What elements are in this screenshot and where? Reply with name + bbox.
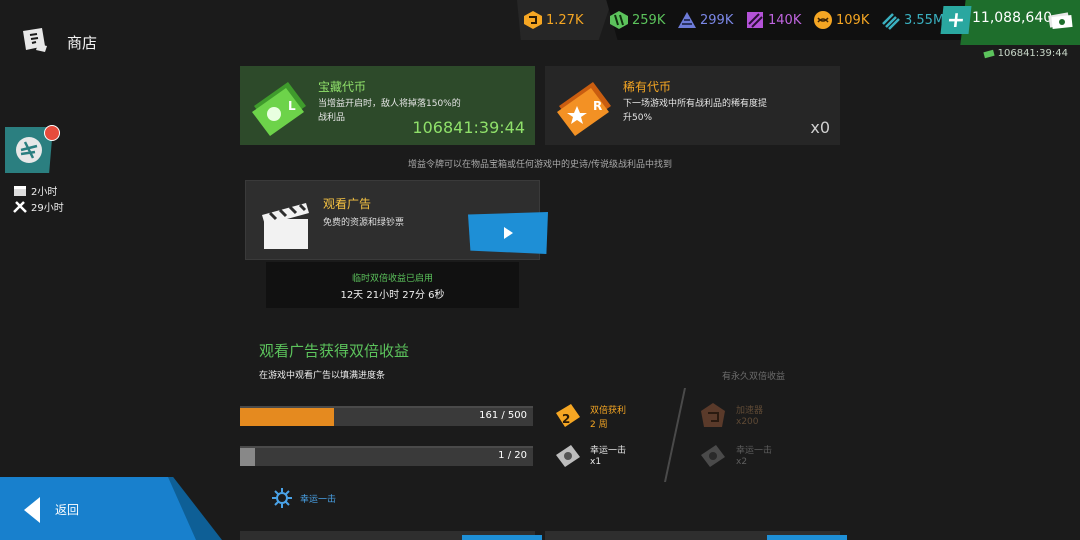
purple-resource-icon: [747, 12, 763, 28]
progress-bar: 1 / 20: [240, 446, 533, 466]
currency-orange-token: 1.27K: [523, 10, 583, 30]
back-label: 返回: [55, 503, 80, 517]
treasure-token-card[interactable]: L 宝藏代币 当增益开启时，敌人将掉落150%的战利品 106841:39:44: [240, 66, 535, 145]
bottom-card-button[interactable]: [767, 535, 847, 540]
ticket-icon: [983, 49, 995, 58]
currency-value: 3.55M: [904, 12, 945, 28]
treasure-token-timer: 106841:39:44: [983, 48, 1068, 59]
svg-text:R: R: [593, 99, 602, 113]
currency-green-resource: 259K: [609, 10, 665, 30]
progress-label: 161 / 500: [479, 410, 527, 421]
token-hint: 增益令牌可以在物品宝箱或任何游戏中的史诗/传说级战利品中找到: [407, 160, 673, 170]
perm-reward-name: 幸运一击: [736, 446, 773, 456]
currency-value: 259K: [632, 12, 666, 28]
progress-bar: 161 / 500: [240, 406, 533, 426]
progress-label: 1 / 20: [498, 450, 527, 461]
currency-bar: 1.27K 259K 299K 140K 109K 3.55M + 11,088…: [517, 0, 1080, 45]
add-currency-button[interactable]: +: [940, 6, 972, 34]
back-button[interactable]: 返回: [0, 477, 222, 540]
blue-resource-icon: [678, 12, 696, 28]
lucky-burst-icon: [272, 488, 292, 508]
event-timer-1: 2小时: [31, 187, 58, 198]
card-title: 宝藏代币: [318, 80, 367, 94]
accelerator-icon: [701, 403, 725, 427]
perm-reward-name: 加速器: [736, 406, 764, 416]
svg-text:2: 2: [562, 412, 570, 426]
lucky-hit-icon: [556, 445, 580, 467]
currency-value: 299K: [700, 12, 734, 28]
card-timer: 106841:39:44: [412, 118, 525, 137]
green-resource-icon: [610, 11, 628, 29]
divider: [664, 388, 686, 482]
card-count: x0: [810, 118, 830, 137]
shop-icon: [20, 26, 50, 58]
currency-blue-resource: 299K: [677, 10, 733, 30]
card-title: 稀有代币: [623, 80, 672, 94]
teal-resource-icon: [882, 13, 900, 30]
reward-value: 2 周: [590, 420, 608, 430]
reward-value: x1: [590, 457, 602, 467]
currency-orange-resource: 109K: [813, 10, 869, 30]
currency-purple-resource: 140K: [745, 10, 801, 30]
perm-reward-value: x200: [736, 417, 759, 427]
progress-fill: [240, 448, 255, 466]
lucky-link-label: 幸运一击: [300, 494, 337, 505]
play-ad-button[interactable]: [468, 212, 548, 254]
section-title: 观看广告获得双倍收益: [259, 342, 410, 360]
double-earnings-timer: 临时双倍收益已启用 12天 21小时 27分 6秒: [266, 262, 519, 308]
ad-title: 观看广告: [323, 197, 372, 211]
timer-label: 临时双倍收益已启用: [351, 274, 433, 284]
currency-value: 109K: [836, 12, 870, 28]
tools-icon: [13, 200, 27, 213]
timer-value: 12天 21小时 27分 6秒: [340, 290, 445, 301]
permanent-label: 有永久双倍收益: [722, 372, 786, 382]
event-timer-row: 2小时: [13, 183, 57, 198]
ad-description: 免费的资源和绿钞票: [323, 218, 405, 228]
reward-name: 幸运一击: [590, 446, 627, 456]
svg-text:L: L: [288, 99, 296, 113]
event-timer-row: 29小时: [13, 199, 64, 214]
currency-value: 140K: [768, 12, 802, 28]
plus-icon: +: [945, 7, 967, 33]
clapperboard-icon: [262, 203, 309, 249]
treasure-token-icon: L: [252, 82, 306, 136]
token-timer-value: 106841:39:44: [997, 48, 1068, 59]
rare-token-card[interactable]: R 稀有代币 下一场游戏中所有战利品的稀有度提升50% x0: [545, 66, 840, 145]
reward-name: 双倍获利: [590, 406, 627, 416]
event-timer-2: 29小时: [31, 203, 64, 214]
progress-fill: [240, 408, 335, 426]
cash-value: 11,088,640: [972, 10, 1053, 26]
lucky-hit-icon: [701, 445, 725, 467]
chest-icon: [14, 185, 26, 196]
section-subtitle: 在游戏中观看广告以填满进度条: [259, 371, 386, 381]
double-earnings-icon: 2: [556, 404, 580, 427]
cash-icon: [1047, 10, 1073, 34]
perm-reward-value: x2: [736, 457, 748, 467]
event-badge-icon: [16, 137, 42, 163]
orange-resource-icon: [814, 11, 832, 29]
card-description: 下一场游戏中所有战利品的稀有度提升50%: [623, 99, 768, 123]
currency-teal-resource: 3.55M: [881, 10, 944, 30]
orange-token-icon: [524, 11, 542, 29]
play-icon: [504, 227, 513, 239]
back-arrow-icon: [24, 497, 40, 523]
page-title: 商店: [67, 34, 98, 52]
currency-value: 1.27K: [546, 12, 584, 28]
rare-token-icon: R: [557, 82, 611, 136]
notification-dot: [44, 125, 60, 141]
bottom-card-button[interactable]: [462, 535, 542, 540]
lucky-hit-link[interactable]: 幸运一击: [272, 488, 336, 508]
